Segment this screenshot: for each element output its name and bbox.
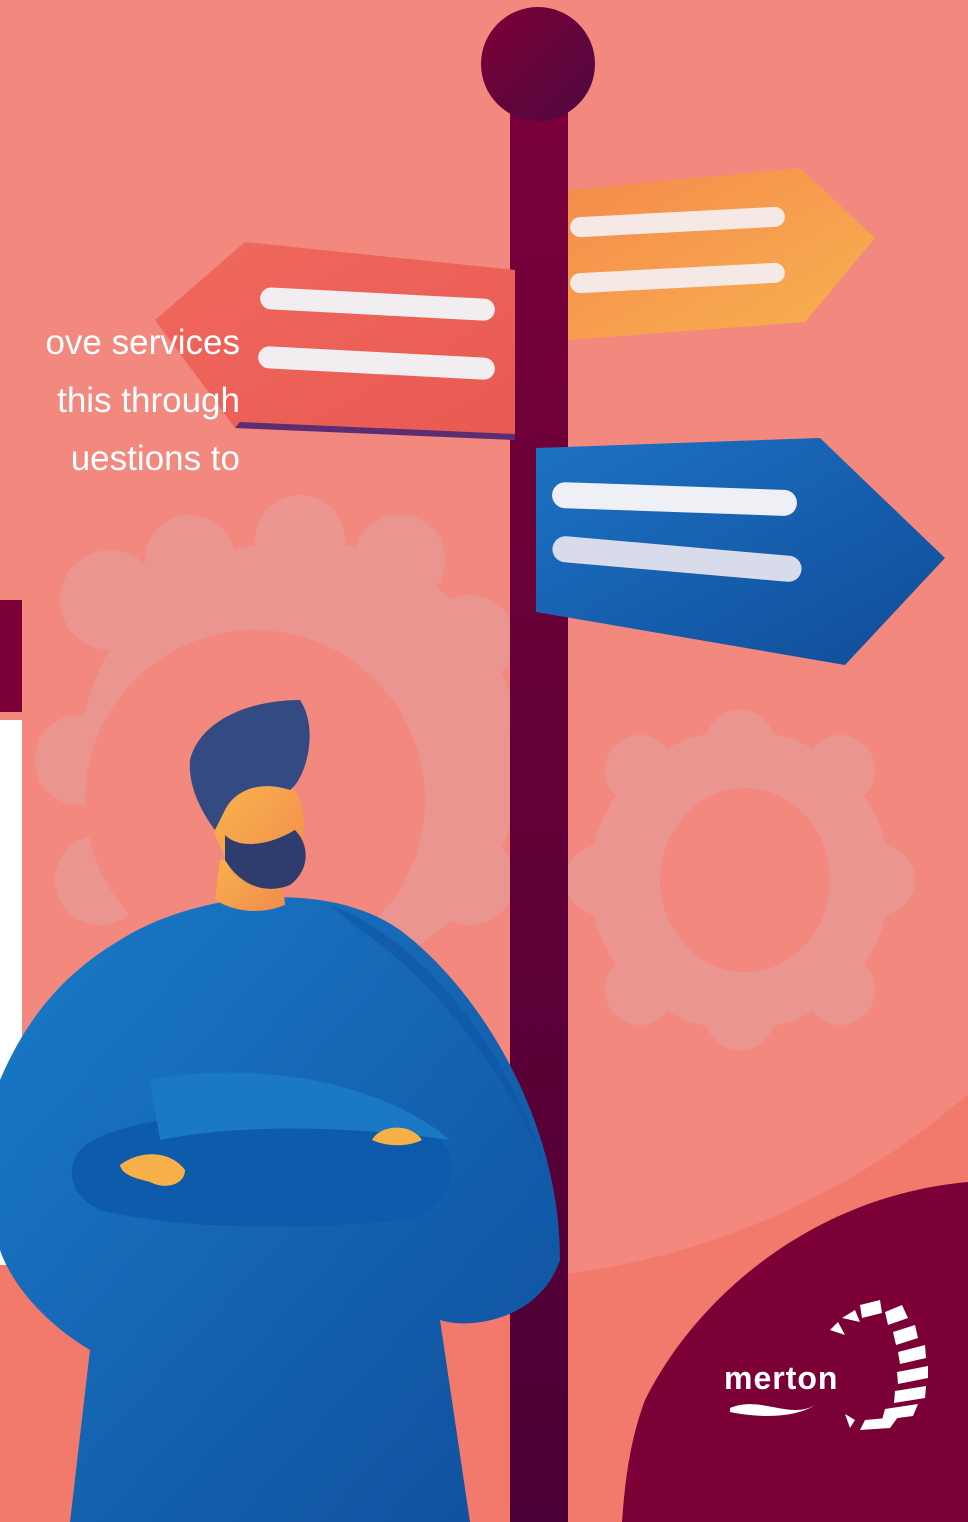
intro-line: ove services (45, 323, 240, 362)
left-strip-top (0, 600, 22, 712)
intro-text: ove services this through uestions to (0, 314, 240, 488)
intro-line: this through (57, 381, 240, 420)
gear-icon (565, 710, 915, 1050)
logo-wordmark: merton (724, 1360, 839, 1396)
merton-logo-wrapper: merton (718, 1308, 938, 1438)
intro-line: uestions to (70, 439, 240, 478)
illustration-scene (0, 0, 968, 1522)
signpost-knob (481, 7, 595, 121)
